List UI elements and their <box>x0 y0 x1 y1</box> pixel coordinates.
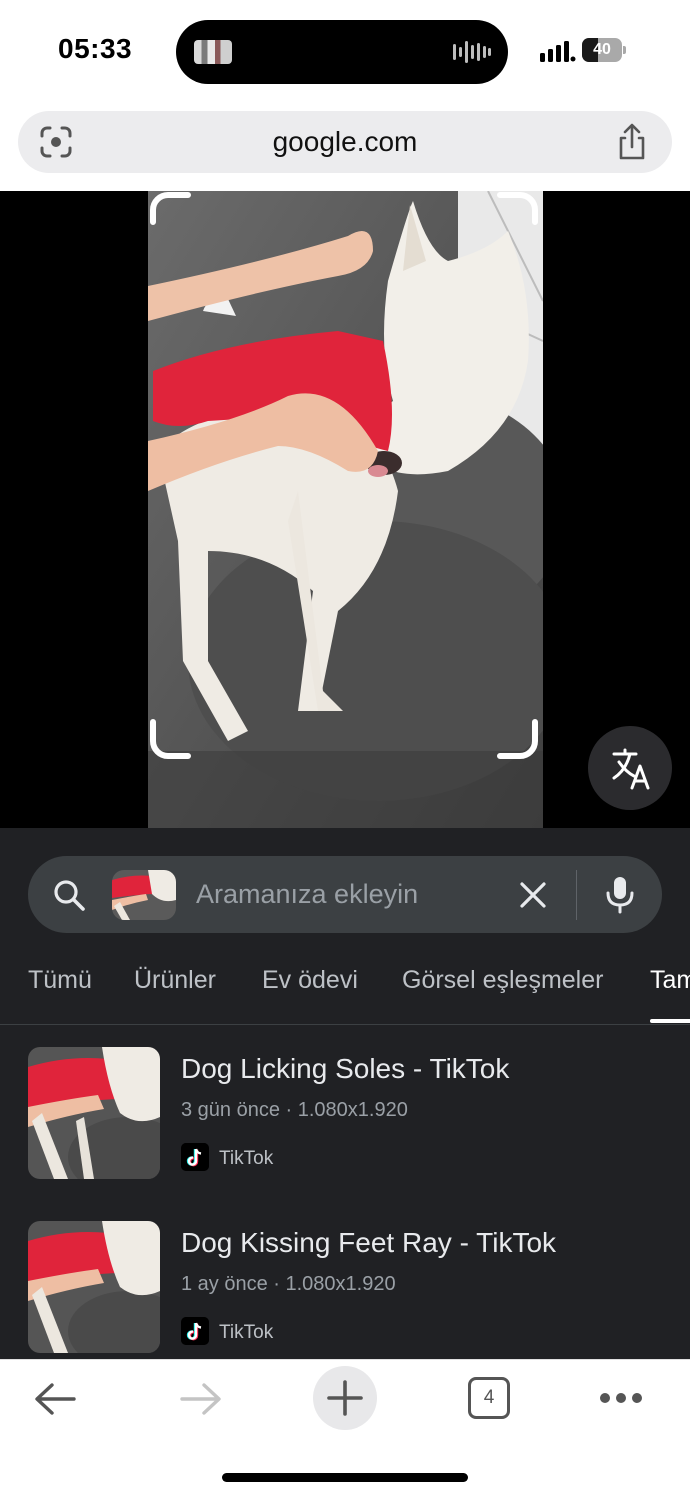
plus-icon <box>327 1380 363 1416</box>
status-bar: 05:33 40 <box>0 0 690 100</box>
crop-selection-frame[interactable] <box>150 192 538 759</box>
tab-count: 4 <box>483 1387 495 1408</box>
status-time: 05:33 <box>58 33 133 64</box>
result-item[interactable]: Dog Licking Soles - TikTok 3 gün önce · … <box>0 1047 690 1187</box>
close-icon[interactable] <box>516 878 550 912</box>
back-arrow-icon[interactable] <box>32 1380 78 1418</box>
battery-indicator: 40 <box>582 38 626 62</box>
mic-icon[interactable] <box>602 874 638 914</box>
translate-icon <box>612 748 650 790</box>
tab-products[interactable]: Ürünler <box>134 966 216 995</box>
search-icon <box>54 880 85 911</box>
share-icon[interactable] <box>614 123 650 161</box>
result-item[interactable]: Dog Kissing Feet Ray - TikTok 1 ay önce … <box>0 1221 690 1361</box>
browser-toolbar: 4 <box>0 1359 690 1496</box>
address-bar[interactable]: google.com <box>18 111 672 173</box>
tab-all[interactable]: Tümü <box>28 966 92 995</box>
audio-waveform-icon <box>453 41 491 63</box>
tiktok-icon <box>181 1317 209 1345</box>
new-tab-button[interactable] <box>313 1366 377 1430</box>
lens-search-box[interactable] <box>28 856 662 933</box>
now-playing-thumbnail <box>194 40 232 64</box>
result-title[interactable]: Dog Kissing Feet Ray - TikTok <box>181 1227 556 1259</box>
result-thumbnail[interactable] <box>28 1221 160 1353</box>
url-text[interactable]: google.com <box>18 111 672 173</box>
dynamic-island[interactable] <box>176 20 508 84</box>
tab-switcher-button[interactable]: 4 <box>468 1377 510 1419</box>
result-thumbnail[interactable] <box>28 1047 160 1179</box>
tiktok-icon <box>181 1143 209 1171</box>
battery-percent: 40 <box>593 41 611 58</box>
forward-arrow-icon[interactable] <box>178 1380 224 1418</box>
cellular-signal-icon <box>540 41 576 62</box>
lens-results-panel: Tümü Ürünler Ev ödevi Görsel eşleşmeler … <box>0 828 690 1359</box>
result-meta: 1 ay önce · 1.080x1.920 <box>181 1273 396 1295</box>
translate-button[interactable] <box>588 726 672 810</box>
google-lens-icon[interactable] <box>38 125 74 159</box>
image-viewer <box>0 191 690 828</box>
result-meta: 3 gün önce · 1.080x1.920 <box>181 1099 408 1121</box>
home-indicator[interactable] <box>222 1473 468 1482</box>
result-source: TikTok <box>219 1322 274 1343</box>
search-image-thumbnail[interactable] <box>112 870 176 920</box>
active-tab-indicator <box>650 1019 690 1023</box>
result-tabs: Tümü Ürünler Ev ödevi Görsel eşleşmeler … <box>0 956 690 1026</box>
tab-visual-matches[interactable]: Görsel eşleşmeler <box>402 966 603 995</box>
result-title[interactable]: Dog Licking Soles - TikTok <box>181 1053 509 1085</box>
more-dots-icon[interactable] <box>598 1388 644 1408</box>
tabs-divider <box>0 1024 690 1025</box>
result-source: TikTok <box>219 1148 274 1169</box>
tab-homework[interactable]: Ev ödevi <box>262 966 358 995</box>
search-input[interactable] <box>196 872 496 916</box>
search-divider <box>576 870 577 920</box>
tab-exact-matches[interactable]: Tam <box>650 966 690 995</box>
